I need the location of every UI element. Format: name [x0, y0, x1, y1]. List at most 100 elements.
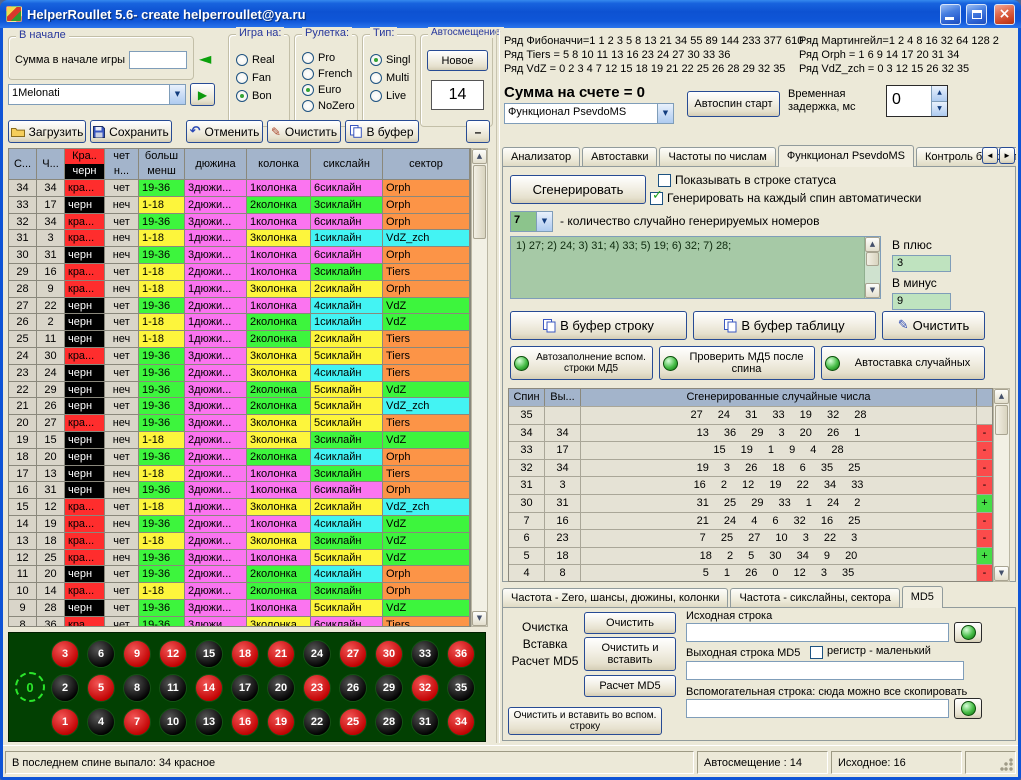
left-arrow-icon[interactable]: ◄: [199, 51, 211, 67]
freq-tab-1[interactable]: Частота - Zero, шансы, дюжины, колонки: [502, 588, 728, 607]
wheel-radio-pro[interactable]: Pro: [302, 52, 357, 64]
md5-helper-clear-button[interactable]: Очистить и вставить во вспом. строку: [508, 707, 662, 735]
undo-button[interactable]: ↶ Отменить: [186, 120, 263, 143]
board-number-17[interactable]: 17: [231, 674, 259, 702]
spin-table-row[interactable]: 3527 24 31 33 19 32 28: [509, 406, 992, 424]
main-table-row[interactable]: 2229черннеч19-363дюжи...2колонка5сиклайн…: [9, 381, 470, 398]
board-number-11[interactable]: 11: [159, 674, 187, 702]
spin-table-row[interactable]: 343413 36 29 3 20 26 1-: [509, 424, 992, 442]
scroll-up-button[interactable]: ▲: [994, 389, 1009, 404]
board-number-26[interactable]: 26: [339, 674, 367, 702]
resize-grip[interactable]: [1000, 758, 1014, 772]
board-number-2[interactable]: 2: [51, 674, 79, 702]
main-table-row[interactable]: 262чернчет1-181дюжи...2колонка1сиклайнVd…: [9, 313, 470, 330]
board-number-18[interactable]: 18: [231, 640, 259, 668]
board-number-27[interactable]: 27: [339, 640, 367, 668]
board-number-14[interactable]: 14: [195, 674, 223, 702]
main-table-row[interactable]: 1915черннеч1-182дюжи...3колонка3сиклайнV…: [9, 431, 470, 448]
board-number-13[interactable]: 13: [195, 708, 223, 736]
main-table-row[interactable]: 2027кра...неч19-363дюжи...3колонка5сикла…: [9, 414, 470, 431]
main-table-row[interactable]: 1820чернчет19-362дюжи...2колонка4сиклайн…: [9, 448, 470, 465]
main-table-row[interactable]: 2916кра...чет1-182дюжи...1колонка3сиклай…: [9, 263, 470, 280]
main-table-row[interactable]: 3317черннеч1-182дюжи...2колонка3сиклайнO…: [9, 196, 470, 213]
load-button[interactable]: Загрузить: [8, 120, 86, 143]
buffer-button[interactable]: В буфер: [345, 120, 419, 143]
main-table-row[interactable]: 2722чернчет19-362дюжи...1колонка4сиклайн…: [9, 297, 470, 314]
play-button[interactable]: ▶: [190, 83, 215, 106]
board-number-30[interactable]: 30: [375, 640, 403, 668]
spinner-up-button[interactable]: ▲: [932, 86, 947, 102]
md5-clear-paste-button[interactable]: Очистить и вставить: [584, 637, 676, 671]
generate-button[interactable]: Сгенерировать: [510, 175, 646, 204]
generated-numbers-area[interactable]: 1) 27; 2) 24; 3) 31; 4) 33; 5) 19; 6) 32…: [510, 236, 881, 299]
type-radio-multi[interactable]: Multi: [370, 72, 415, 84]
md5-source-action-button[interactable]: [954, 622, 982, 643]
wheel-radio-euro[interactable]: Euro: [302, 84, 357, 96]
main-table-row[interactable]: 1631черннеч19-363дюжи...1колонка6сиклайн…: [9, 481, 470, 498]
main-tab-3[interactable]: Частоты по числам: [659, 147, 775, 166]
scroll-thumb[interactable]: [473, 165, 486, 239]
main-table-row[interactable]: 1419кра...неч19-362дюжи...1колонка4сикла…: [9, 515, 470, 532]
board-number-32[interactable]: 32: [411, 674, 439, 702]
md5-calc-button[interactable]: Расчет MD5: [584, 675, 676, 697]
board-number-24[interactable]: 24: [303, 640, 331, 668]
board-number-31[interactable]: 31: [411, 708, 439, 736]
main-table-row[interactable]: 1713черннеч1-182дюжи...1колонка3сиклайнT…: [9, 465, 470, 482]
spinner-down-button[interactable]: ▼: [932, 102, 947, 117]
scroll-up-button[interactable]: ▲: [472, 149, 487, 164]
board-number-7[interactable]: 7: [123, 708, 151, 736]
main-table-row[interactable]: 2126чернчет19-363дюжи...2колонка5сиклайн…: [9, 397, 470, 414]
spin-table-scrollbar[interactable]: ▲ ▼: [993, 388, 1010, 582]
board-number-1[interactable]: 1: [51, 708, 79, 736]
board-number-15[interactable]: 15: [195, 640, 223, 668]
clear-generated-button[interactable]: ✎ Очистить: [882, 311, 985, 340]
md5-output-input[interactable]: [686, 661, 964, 680]
scroll-down-button[interactable]: ▼: [994, 566, 1009, 581]
main-table-row[interactable]: 3234кра...чет19-363дюжи...1колонка6сикла…: [9, 213, 470, 230]
freq-tab-3[interactable]: MD5: [902, 586, 943, 608]
maximize-button[interactable]: [966, 4, 987, 25]
scroll-down-button[interactable]: ▼: [472, 611, 487, 626]
md5-helper-action-button[interactable]: [954, 698, 982, 719]
main-table-row[interactable]: 1120чернчет19-362дюжи...2колонка4сиклайн…: [9, 565, 470, 582]
tab-scroll-right-button[interactable]: ►: [999, 147, 1015, 164]
scroll-up-button[interactable]: ▲: [865, 237, 880, 252]
count-combo[interactable]: 7 ▼: [510, 211, 553, 232]
board-number-20[interactable]: 20: [267, 674, 295, 702]
spin-table-row[interactable]: 31316 2 12 19 22 34 33-: [509, 476, 992, 494]
main-table-scrollbar[interactable]: ▲ ▼: [471, 148, 488, 627]
type-radio-singl[interactable]: Singl: [370, 54, 415, 66]
minimize-button[interactable]: [940, 4, 961, 25]
main-table-row[interactable]: 313кра...неч1-181дюжи...3колонка1сиклайн…: [9, 229, 470, 246]
board-number-34[interactable]: 34: [447, 708, 475, 736]
check-md5-button[interactable]: Проверить МД5 после спина: [659, 346, 815, 380]
buffer-table-button[interactable]: В буфер таблицу: [693, 311, 876, 340]
board-number-6[interactable]: 6: [87, 640, 115, 668]
spin-table-row[interactable]: 331715 19 1 9 4 28-: [509, 441, 992, 459]
board-number-28[interactable]: 28: [375, 708, 403, 736]
chevron-down-icon[interactable]: ▼: [169, 85, 185, 104]
spin-table-row[interactable]: 303131 25 29 33 1 24 2+: [509, 494, 992, 512]
main-tab-2[interactable]: Автоставки: [582, 147, 657, 166]
game-radio-fan[interactable]: Fan: [236, 72, 289, 84]
show-status-checkbox[interactable]: Показывать в строке статуса: [658, 173, 836, 187]
board-number-25[interactable]: 25: [339, 708, 367, 736]
main-table-row[interactable]: 1318кра...чет1-182дюжи...3колонка3сиклай…: [9, 532, 470, 549]
autospin-start-button[interactable]: Автоспин старт: [687, 91, 780, 117]
main-table-row[interactable]: 928чернчет19-363дюжи...1колонка5сиклайнV…: [9, 599, 470, 616]
functional-combo[interactable]: Функционал PsevdoMS ▼: [504, 103, 674, 124]
main-tab-4[interactable]: Функционал PsevdoMS: [778, 145, 914, 167]
board-number-10[interactable]: 10: [159, 708, 187, 736]
spin-table-row[interactable]: 323419 3 26 18 6 35 25-: [509, 459, 992, 477]
wheel-radio-nozero[interactable]: NoZero: [302, 100, 357, 112]
start-sum-input[interactable]: [129, 51, 187, 69]
save-button[interactable]: Сохранить: [90, 120, 172, 143]
scroll-down-button[interactable]: ▼: [865, 283, 880, 298]
board-number-22[interactable]: 22: [303, 708, 331, 736]
delay-spinner[interactable]: 0 ▲ ▼: [886, 85, 948, 117]
md5-helper-input[interactable]: [686, 699, 949, 718]
md5-clear-button[interactable]: Очистить: [584, 612, 676, 634]
board-number-5[interactable]: 5: [87, 674, 115, 702]
clear-button[interactable]: ✎ Очистить: [267, 120, 341, 143]
wheel-radio-french[interactable]: French: [302, 68, 357, 80]
